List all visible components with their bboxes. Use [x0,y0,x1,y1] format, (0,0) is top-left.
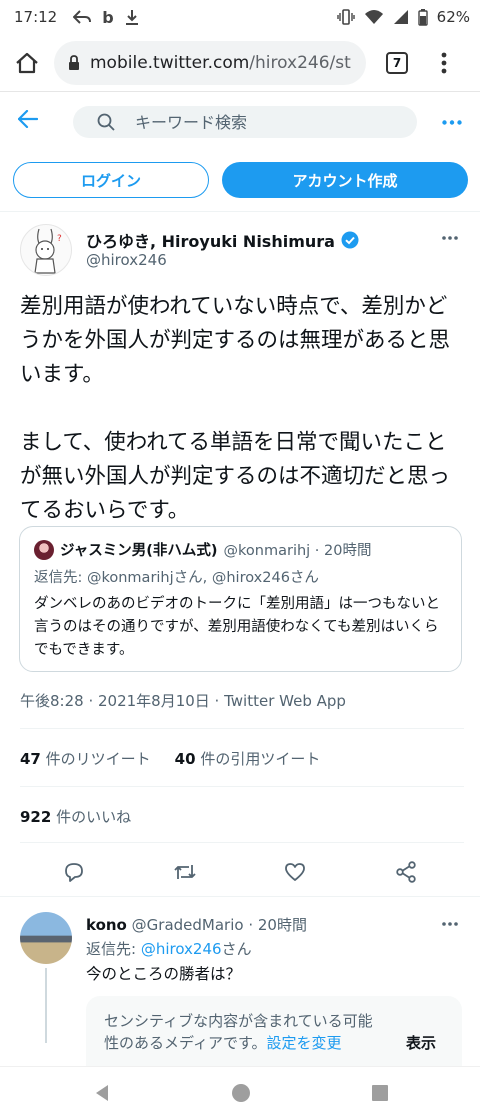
reply-more-button[interactable] [442,922,458,926]
divider [20,728,464,729]
battery-percent: 62% [436,8,470,26]
twitter-header [0,96,480,148]
header-more-button[interactable] [442,120,462,125]
login-button[interactable]: ログイン [13,162,209,198]
quotes-label: 件の引用ツイート [200,750,321,768]
author-name: ひろゆき, Hiroyuki Nishimura [86,232,335,251]
quoted-author-meta: @konmarihj · 20時間 [223,543,372,559]
sensitive-settings-link[interactable]: 設定を変更 [266,1034,341,1052]
quoted-tweet[interactable]: ジャスミン男(非ハム式) @konmarihj · 20時間 返信先: @kon… [19,526,462,672]
svg-text:?: ? [57,234,62,244]
more-dots-icon [442,236,458,240]
author-handle[interactable]: @hirox246 [86,251,167,269]
more-dots-icon [442,120,462,125]
tweet-actions [0,856,480,888]
search-input[interactable] [135,112,375,132]
quotes-count: 40 [174,750,196,768]
tab-switcher-button[interactable]: 7 [386,51,408,74]
quoted-tweet-header: ジャスミン男(非ハム式) @konmarihj · 20時間 [34,539,449,560]
quoted-author-name: ジャスミン男(非ハム式) [60,543,218,559]
divider [20,786,464,787]
reply-to-line: 返信先: @hirox246さん [86,938,252,959]
quotes-stat[interactable]: 40 件の引用ツイート [175,748,321,769]
browser-menu-button[interactable] [432,52,456,74]
divider [0,896,480,897]
retweet-icon [172,860,198,884]
retweet-button[interactable] [172,860,198,884]
tweet-stats: 47 件のリツイート 40 件の引用ツイート [20,748,320,769]
show-media-button[interactable]: 表示 [406,1032,436,1053]
reply-author-meta: @GradedMario · 20時間 [131,916,307,934]
share-button[interactable] [394,860,418,884]
battery-icon [417,8,428,26]
quoted-reply-to: 返信先: @konmarihjさん, @hirox246さん [34,570,319,586]
wifi-icon [364,9,384,25]
home-button[interactable] [0,34,54,92]
url-domain: mobile.twitter.com [90,52,250,73]
author-avatar[interactable]: ? [20,224,72,276]
b-icon: b [102,7,114,27]
url-bar[interactable]: mobile.twitter.com/hirox246/st [54,40,366,85]
circle-home-icon [231,1083,251,1103]
nav-home-button[interactable] [231,1083,251,1103]
tweet-timestamp[interactable]: 午後8:28 · 2021年8月10日 · Twitter Web App [20,690,346,711]
vertical-dots-icon [441,52,447,74]
quoted-tweet-text: ダンベレのあのビデオのトークに「差別用語」は一つもないと言うのはその通りですが、… [34,596,440,658]
sensitive-text: センシティブな内容が含まれている可能性のあるメディアです。設定を変更 [104,1010,374,1054]
share-icon [394,860,418,884]
reply-author-avatar[interactable] [20,912,72,964]
likes-stat[interactable]: 922 件のいいね [20,806,131,827]
verified-badge-icon [341,231,359,249]
likes-label: 件のいいね [56,808,132,826]
author-name-row[interactable]: ひろゆき, Hiroyuki Nishimura [86,228,359,252]
triangle-back-icon [92,1083,112,1103]
nav-recents-button[interactable] [370,1083,390,1103]
signup-button[interactable]: アカウント作成 [222,162,468,198]
reply-icon [62,860,86,884]
reply-header[interactable]: kono @GradedMario · 20時間 [86,914,307,935]
search-box[interactable] [73,106,417,138]
reply-button[interactable] [62,860,86,884]
back-arrow-icon [18,110,38,128]
lock-icon [68,54,80,71]
nav-back-button[interactable] [92,1083,112,1103]
retweets-label: 件のリツイート [45,750,151,768]
thread-line [45,968,47,1043]
likes-count: 922 [20,808,52,826]
reply-author-name: kono [86,916,127,934]
browser-toolbar: mobile.twitter.com/hirox246/st 7 [0,34,480,92]
back-arrow-icon [73,10,92,24]
more-dots-icon [442,922,458,926]
auth-buttons: ログイン アカウント作成 [0,162,480,198]
reply-to-link[interactable]: @hirox246 [141,940,222,958]
back-button[interactable] [18,110,38,128]
reply-to-suffix: さん [221,940,252,958]
signal-icon [393,9,409,25]
retweets-count: 47 [20,750,41,768]
clock: 17:12 [14,8,58,26]
divider [20,842,464,843]
url-path: /hirox246/st [249,52,351,73]
tweet-text: 差別用語が使われていない時点で、差別かどうかを外国人が判定するのは無理があると思… [20,294,451,523]
url-text: mobile.twitter.com/hirox246/st [90,53,351,73]
sensitive-media-warning: センシティブな内容が含まれている可能性のあるメディアです。設定を変更 表示 [86,996,462,1076]
like-button[interactable] [283,860,307,884]
vibrate-icon [336,9,355,25]
reply-text: 今のところの勝者は？ [86,965,242,983]
retweets-stat[interactable]: 47 件のリツイート [20,748,151,769]
reply-to-prefix: 返信先: [86,940,141,958]
quoted-author-avatar [34,539,54,560]
divider [0,211,480,212]
tweet-more-button[interactable] [442,236,458,240]
search-icon [97,113,115,131]
download-icon [125,9,139,25]
status-bar: 17:12 b 62% [0,0,480,34]
system-navigation-bar [0,1066,480,1120]
home-icon [15,52,39,74]
like-icon [283,860,307,884]
square-recents-icon [370,1083,390,1103]
